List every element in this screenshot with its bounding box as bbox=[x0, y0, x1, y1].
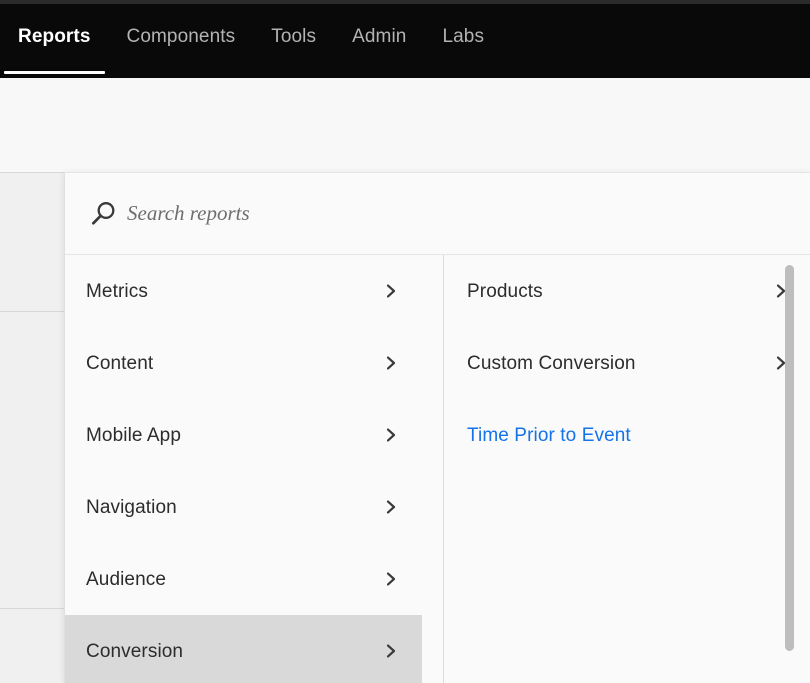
nav-item-label: Components bbox=[126, 25, 236, 47]
menu-item-label: Audience bbox=[86, 568, 167, 590]
nav-item-label: Tools bbox=[271, 25, 317, 47]
chevron-right-icon bbox=[386, 572, 396, 586]
search-reports-row[interactable] bbox=[65, 173, 810, 255]
menu-item-metrics[interactable]: Metrics bbox=[65, 255, 422, 327]
menu-item-custom-conversion[interactable]: Custom Conversion bbox=[444, 327, 810, 399]
menu-item-time-prior-to-event[interactable]: Time Prior to Event bbox=[444, 399, 810, 471]
menu-item-label: Mobile App bbox=[86, 424, 182, 446]
nav-item-admin[interactable]: Admin bbox=[334, 4, 424, 78]
chevron-right-icon bbox=[386, 356, 396, 370]
menu-item-label: Custom Conversion bbox=[467, 352, 636, 374]
chevron-right-icon bbox=[776, 356, 786, 370]
menu-column-right: Products Custom Conversion Time Prior to… bbox=[444, 255, 810, 683]
menu-item-navigation[interactable]: Navigation bbox=[65, 471, 422, 543]
nav-item-label: Reports bbox=[18, 25, 91, 47]
nav-item-label: Labs bbox=[442, 25, 485, 47]
menu-item-label: Products bbox=[467, 280, 543, 302]
nav-item-label: Admin bbox=[352, 25, 407, 47]
top-nav-item-list: Reports Components Tools Admin Labs bbox=[0, 4, 502, 78]
chevron-right-icon bbox=[386, 284, 396, 298]
menu-item-label: Content bbox=[86, 352, 154, 374]
menu-item-products[interactable]: Products bbox=[444, 255, 810, 327]
menu-item-conversion[interactable]: Conversion bbox=[65, 615, 422, 683]
chevron-right-icon bbox=[386, 500, 396, 514]
menu-item-label: Conversion bbox=[86, 640, 184, 662]
chevron-right-icon bbox=[386, 644, 396, 658]
menu-item-label: Navigation bbox=[86, 496, 177, 518]
nav-item-reports[interactable]: Reports bbox=[0, 4, 109, 78]
menu-columns: Metrics Content Mobile App Navigation Au… bbox=[65, 255, 810, 683]
search-input[interactable] bbox=[127, 201, 547, 226]
nav-item-components[interactable]: Components bbox=[109, 4, 254, 78]
global-top-navigation: Reports Components Tools Admin Labs bbox=[0, 4, 810, 78]
menu-column-left: Metrics Content Mobile App Navigation Au… bbox=[65, 255, 422, 683]
menu-item-audience[interactable]: Audience bbox=[65, 543, 422, 615]
menu-item-label: Time Prior to Event bbox=[467, 424, 631, 446]
menu-item-label: Metrics bbox=[86, 280, 148, 302]
menu-scrollbar-track[interactable] bbox=[423, 255, 794, 683]
reports-menu-popover: Metrics Content Mobile App Navigation bbox=[64, 172, 810, 683]
search-icon bbox=[92, 201, 115, 225]
chevron-right-icon bbox=[386, 428, 396, 442]
menu-item-content[interactable]: Content bbox=[65, 327, 422, 399]
nav-item-labs[interactable]: Labs bbox=[424, 4, 502, 78]
nav-item-tools[interactable]: Tools bbox=[253, 4, 334, 78]
menu-item-mobile-app[interactable]: Mobile App bbox=[65, 399, 422, 471]
chevron-right-icon bbox=[776, 284, 786, 298]
